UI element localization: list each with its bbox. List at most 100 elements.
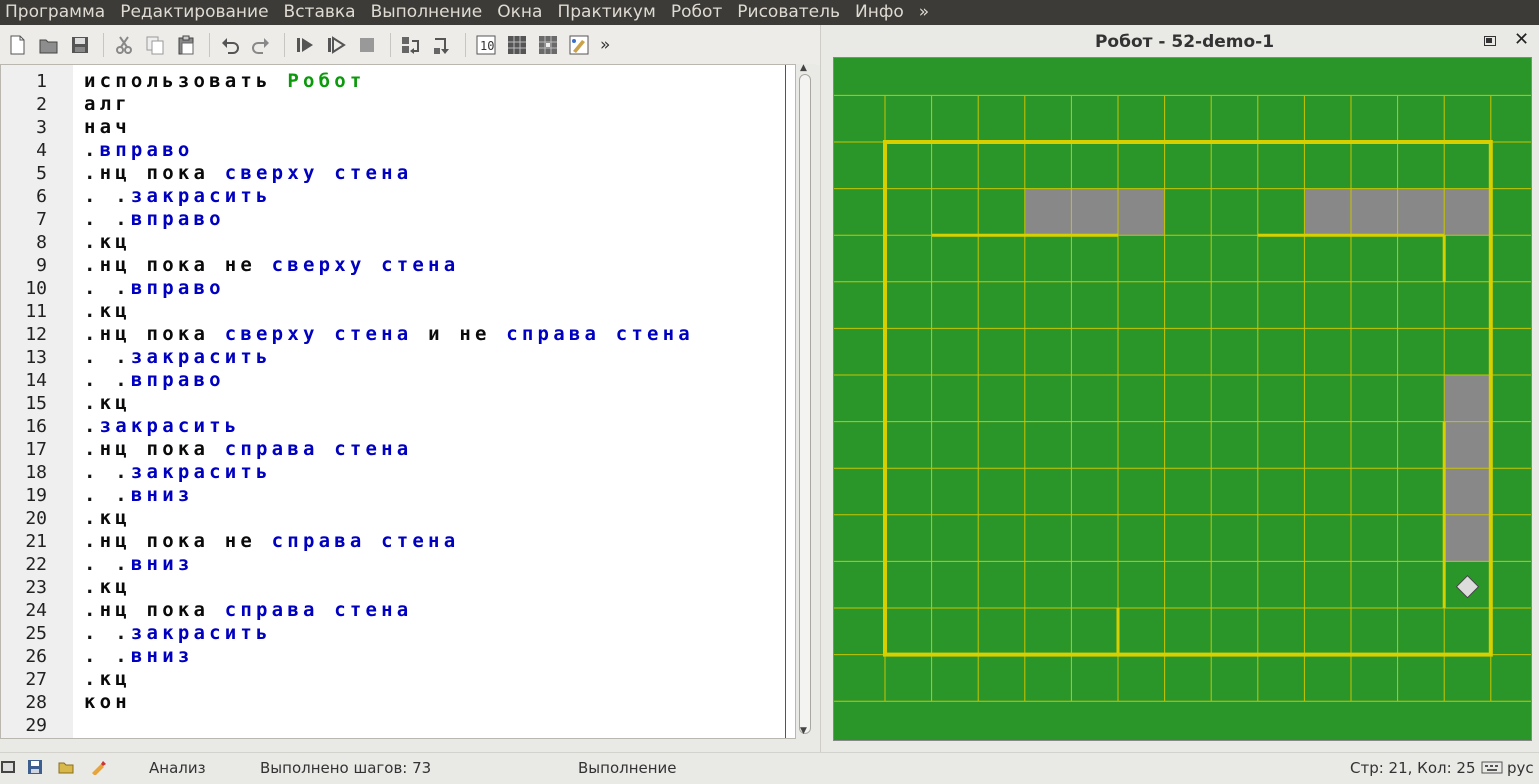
menu-item[interactable]: Инфо [849, 0, 913, 25]
stop-icon[interactable] [356, 34, 378, 56]
scroll-down-icon[interactable]: ▼ [800, 726, 807, 736]
line-number: 1 [36, 71, 47, 92]
code-line[interactable]: .нц пока сверху стена и не справа стена [84, 323, 694, 346]
code-line[interactable]: . .закрасить [84, 622, 694, 645]
keyword: кц [99, 507, 131, 529]
code-line[interactable]: .кц [84, 576, 694, 599]
run-icon[interactable] [294, 34, 316, 56]
counter-icon[interactable]: 10 [475, 34, 497, 56]
code-line[interactable]: .нц пока справа стена [84, 599, 694, 622]
code-line[interactable]: .кц [84, 300, 694, 323]
close-icon[interactable]: ✕ [1514, 31, 1529, 49]
status-mode: Анализ [149, 759, 206, 777]
painted-cell [1118, 188, 1165, 236]
console-icon[interactable] [0, 759, 16, 775]
indent-mark: . [84, 599, 100, 621]
code-line[interactable]: .нц пока сверху стена [84, 162, 694, 185]
robot-command: вправо [130, 369, 225, 391]
indent-mark: . [84, 323, 100, 345]
toolbar: 10 » [0, 25, 820, 65]
step-into-icon[interactable] [400, 34, 422, 56]
code-line[interactable]: .кц [84, 507, 694, 530]
step-out-icon[interactable] [431, 34, 453, 56]
step-run-icon[interactable] [325, 34, 347, 56]
robot-command: закрасить [99, 415, 241, 437]
code-line[interactable]: . .вправо [84, 369, 694, 392]
status-language: рус [1507, 759, 1534, 777]
menu-item[interactable]: Выполнение [365, 0, 492, 25]
scroll-up-icon[interactable]: ▲ [800, 63, 807, 73]
line-number: 8 [36, 232, 47, 253]
menu-item[interactable]: Практикум [551, 0, 664, 25]
redo-icon[interactable] [250, 34, 272, 56]
editor-vertical-scrollbar[interactable]: ▲ ▼ [796, 63, 816, 739]
keyword: кон [84, 691, 131, 713]
open-file-icon[interactable] [38, 34, 60, 56]
toolbar-separator [465, 33, 466, 57]
toolbar-more-button[interactable]: » [600, 34, 610, 56]
menu-item[interactable]: Вставка [278, 0, 365, 25]
code-line[interactable]: .кц [84, 668, 694, 691]
code-line[interactable]: алг [84, 93, 694, 116]
code-line[interactable]: . .закрасить [84, 185, 694, 208]
code-line[interactable]: .нц пока не справа стена [84, 530, 694, 553]
robot-command: вправо [130, 208, 225, 230]
clear-icon[interactable] [90, 759, 106, 775]
grid-icon[interactable] [506, 34, 528, 56]
code-line[interactable]: . .закрасить [84, 346, 694, 369]
painter-icon[interactable] [568, 34, 590, 56]
line-number: 5 [36, 163, 47, 184]
copy-icon[interactable] [144, 34, 166, 56]
painted-cell [1351, 188, 1398, 236]
save-icon[interactable] [69, 34, 91, 56]
code-line[interactable]: нач [84, 116, 694, 139]
code-line[interactable]: кон [84, 691, 694, 714]
code-line[interactable]: . .вниз [84, 484, 694, 507]
keyword: алг [84, 93, 131, 115]
painted-cell [1397, 188, 1445, 236]
code-line[interactable]: .кц [84, 231, 694, 254]
code-line[interactable]: . .вправо [84, 208, 694, 231]
code-line[interactable]: .закрасить [84, 415, 694, 438]
menu-item[interactable]: Программа [0, 0, 114, 25]
code-line[interactable]: использовать Робот [84, 70, 694, 93]
save-output-icon[interactable] [27, 759, 43, 775]
undo-icon[interactable] [219, 34, 241, 56]
menu-item[interactable]: » [913, 0, 938, 25]
menu-item[interactable]: Робот [665, 0, 731, 25]
code-line[interactable]: .нц пока не сверху стена [84, 254, 694, 277]
open-folder-icon[interactable] [58, 759, 74, 775]
code-line[interactable]: . .закрасить [84, 461, 694, 484]
code-line[interactable]: .нц пока справа стена [84, 438, 694, 461]
menu-bar: Программа Редактирование Вставка Выполнение… [0, 0, 1539, 25]
code-editor[interactable]: 1 2 3 4 5 6 7 8 9 10 11 12 13 14 15 16 17 18 19 20 21 22 23 24 2… [0, 64, 796, 739]
indent-mark: . [84, 254, 100, 276]
code-line[interactable]: . .вниз [84, 645, 694, 668]
paste-icon[interactable] [175, 34, 197, 56]
indent-mark: . . [84, 277, 131, 299]
new-file-icon[interactable] [7, 34, 29, 56]
painted-cell [1444, 468, 1491, 515]
scrollbar-thumb[interactable] [799, 74, 811, 734]
code-line[interactable]: .вправо [84, 139, 694, 162]
line-number: 6 [36, 186, 47, 207]
program-text[interactable]: использовать Робот алг нач .вправо .нц пока … [84, 70, 694, 737]
line-number: 20 [25, 508, 47, 529]
menu-item[interactable]: Рисователь [731, 0, 849, 25]
editor-margin-line [785, 65, 786, 738]
undock-icon[interactable] [1484, 36, 1496, 46]
panel-splitter[interactable] [820, 25, 830, 755]
menu-item[interactable]: Окна [491, 0, 551, 25]
code-line[interactable]: . .вниз [84, 553, 694, 576]
indent-mark: . [84, 162, 100, 184]
cut-icon[interactable] [113, 34, 135, 56]
toolbar-separator [103, 33, 104, 57]
robot-field-icon[interactable] [537, 34, 559, 56]
code-line[interactable]: .кц [84, 392, 694, 415]
menu-item[interactable]: Редактирование [114, 0, 277, 25]
robot-command: вниз [130, 553, 194, 575]
line-number: 29 [25, 715, 47, 736]
code-line[interactable] [84, 714, 694, 737]
indent-mark: . . [84, 553, 131, 575]
code-line[interactable]: . .вправо [84, 277, 694, 300]
